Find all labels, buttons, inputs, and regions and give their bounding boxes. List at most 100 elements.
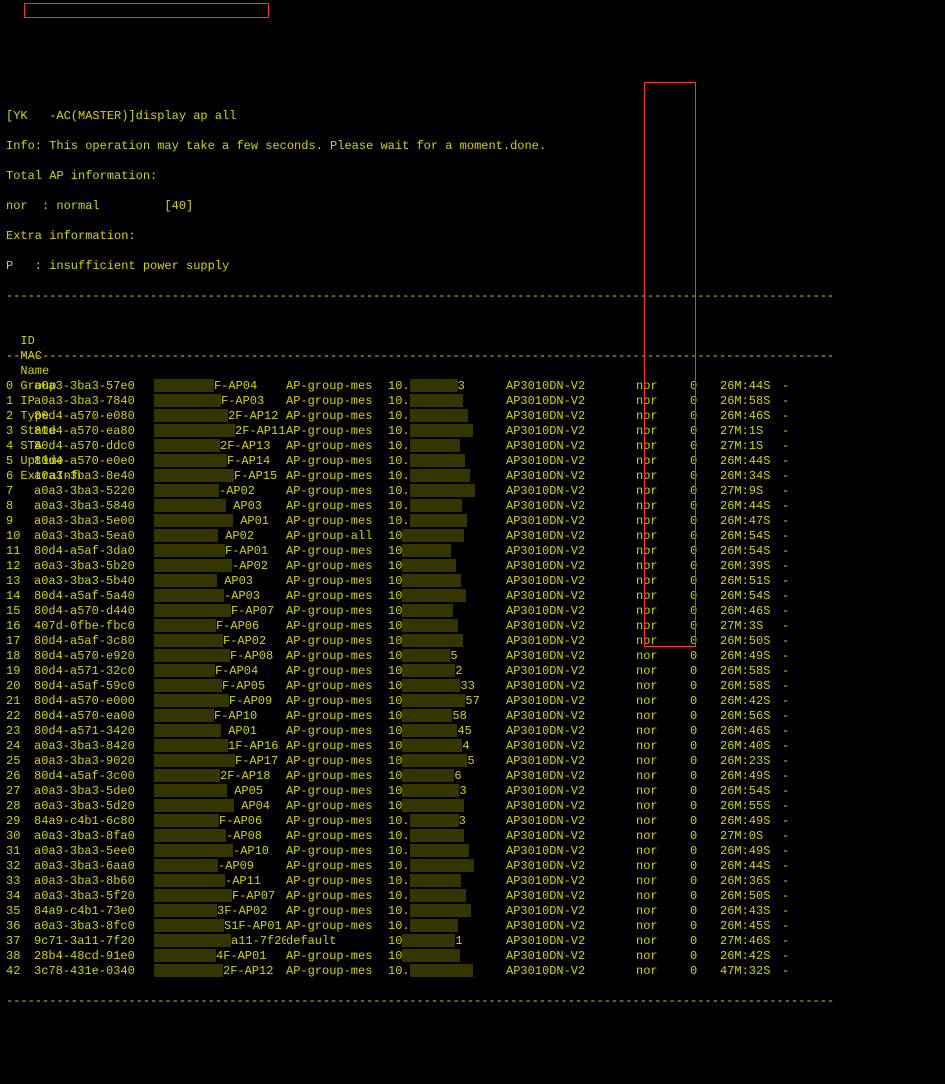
cell-extra: -: [782, 529, 842, 544]
cell-ip-right: 3: [459, 784, 466, 798]
cell-type: AP3010DN-V2: [506, 949, 636, 964]
cell-ip-right: 5: [467, 754, 474, 768]
redaction-block: [154, 634, 223, 647]
cell-ip-left: 10: [388, 544, 402, 558]
cell-id: 2: [6, 409, 34, 424]
redaction-block: [154, 739, 228, 752]
cell-extra: -: [782, 619, 842, 634]
cell-ip-left: 10.: [388, 844, 410, 858]
cell-sta: 0: [690, 499, 720, 514]
cell-uptime: 26M:46S: [720, 409, 782, 424]
cell-ip-right: 58: [452, 709, 466, 723]
redaction-block: [154, 844, 233, 857]
cell-name: F-AP10: [154, 709, 286, 724]
cell-ip-right: 57: [465, 694, 479, 708]
cell-extra: -: [782, 904, 842, 919]
redaction-block: [154, 904, 217, 917]
cell-name: 1F-AP16: [154, 739, 286, 754]
cell-state: nor: [636, 559, 690, 574]
cell-extra: -: [782, 784, 842, 799]
redaction-block: [154, 544, 225, 557]
cell-mac: a0a3-3ba3-5b20: [34, 559, 154, 574]
cell-state: nor: [636, 574, 690, 589]
cell-uptime: 26M:58S: [720, 394, 782, 409]
redaction-block: [154, 604, 231, 617]
cell-ip: 10.: [388, 904, 506, 919]
table-row: 2380d4-a571-3420 AP01AP-group-mes1045AP3…: [6, 724, 939, 739]
cell-ip-left: 10: [388, 589, 402, 603]
table-row: 31a0a3-3ba3-5ee0-AP10AP-group-mes10.AP30…: [6, 844, 939, 859]
nor-line: nor : normal [40]: [6, 199, 939, 214]
cell-type: AP3010DN-V2: [506, 739, 636, 754]
redaction-block: [154, 964, 223, 977]
cell-state: nor: [636, 934, 690, 949]
cell-type: AP3010DN-V2: [506, 529, 636, 544]
cell-sta: 0: [690, 589, 720, 604]
cell-uptime: 26M:55S: [720, 799, 782, 814]
redaction-block: [154, 784, 227, 797]
table-row: 7a0a3-3ba3-5220-AP02AP-group-mes10.AP301…: [6, 484, 939, 499]
cell-ip: 106: [388, 769, 506, 784]
cell-ip: 10.: [388, 514, 506, 529]
table-row: 9a0a3-3ba3-5e00 AP01AP-group-mes10.AP301…: [6, 514, 939, 529]
table-row: 1180d4-a5af-3da0F-AP01AP-group-mes10AP30…: [6, 544, 939, 559]
cell-type: AP3010DN-V2: [506, 499, 636, 514]
cell-name: F-AP06: [154, 814, 286, 829]
cell-group: AP-group-mes: [286, 514, 388, 529]
cell-group: AP-group-mes: [286, 424, 388, 439]
cell-ip-left: 10.: [388, 874, 410, 888]
redaction-block: [154, 934, 231, 947]
cell-uptime: 26M:54S: [720, 589, 782, 604]
cell-group: AP-group-mes: [286, 889, 388, 904]
cell-ip: 105: [388, 649, 506, 664]
redaction-block: [154, 694, 229, 707]
cell-ip-right: 33: [460, 679, 474, 693]
dash-rule-mid: ----------------------------------------…: [6, 349, 939, 364]
cell-ip-left: 10: [388, 694, 402, 708]
redaction-block: [410, 844, 469, 857]
cell-name: F-AP05: [154, 679, 286, 694]
cell-state: nor: [636, 964, 690, 979]
cell-ip: 10.: [388, 919, 506, 934]
cell-id: 14: [6, 589, 34, 604]
cell-uptime: 27M:46S: [720, 934, 782, 949]
cell-uptime: 26M:49S: [720, 814, 782, 829]
cell-extra: -: [782, 454, 842, 469]
cell-group: default: [286, 934, 388, 949]
cell-name-text: AP01: [233, 514, 269, 528]
cell-name-text: -AP10: [233, 844, 269, 858]
cell-uptime: 26M:49S: [720, 649, 782, 664]
redaction-block: [402, 694, 465, 707]
cell-group: AP-group-mes: [286, 739, 388, 754]
table-row: 0a0a3-3ba3-57e0F-AP04AP-group-mes10.3AP3…: [6, 379, 939, 394]
cell-state: nor: [636, 784, 690, 799]
cell-mac: a0a3-3ba3-8420: [34, 739, 154, 754]
cell-type: AP3010DN-V2: [506, 754, 636, 769]
p-line: P : insufficient power supply: [6, 259, 939, 274]
cell-group: AP-group-mes: [286, 634, 388, 649]
cell-sta: 0: [690, 514, 720, 529]
cell-name: AP02: [154, 529, 286, 544]
cell-id: 27: [6, 784, 34, 799]
cell-uptime: 47M:32S: [720, 964, 782, 979]
cell-type: AP3010DN-V2: [506, 454, 636, 469]
cell-type: AP3010DN-V2: [506, 814, 636, 829]
cell-group: AP-group-mes: [286, 769, 388, 784]
table-row: 3828b4-48cd-91e04F-AP01AP-group-mes10AP3…: [6, 949, 939, 964]
cell-ip: 10: [388, 529, 506, 544]
redaction-block: [402, 949, 460, 962]
cell-group: AP-group-mes: [286, 844, 388, 859]
cell-mac: a0a3-3ba3-9020: [34, 754, 154, 769]
cell-id: 31: [6, 844, 34, 859]
redaction-block: [154, 499, 226, 512]
cell-name: F-AP02: [154, 634, 286, 649]
cell-extra: -: [782, 814, 842, 829]
redaction-block: [154, 829, 226, 842]
cell-extra: -: [782, 964, 842, 979]
cell-mac: a0a3-3ba3-8e40: [34, 469, 154, 484]
cell-uptime: 26M:49S: [720, 769, 782, 784]
cell-type: AP3010DN-V2: [506, 874, 636, 889]
cell-ip: 1058: [388, 709, 506, 724]
table-row: 2180d4-a570-e000F-AP09AP-group-mes1057AP…: [6, 694, 939, 709]
cell-mac: a0a3-3ba3-5220: [34, 484, 154, 499]
